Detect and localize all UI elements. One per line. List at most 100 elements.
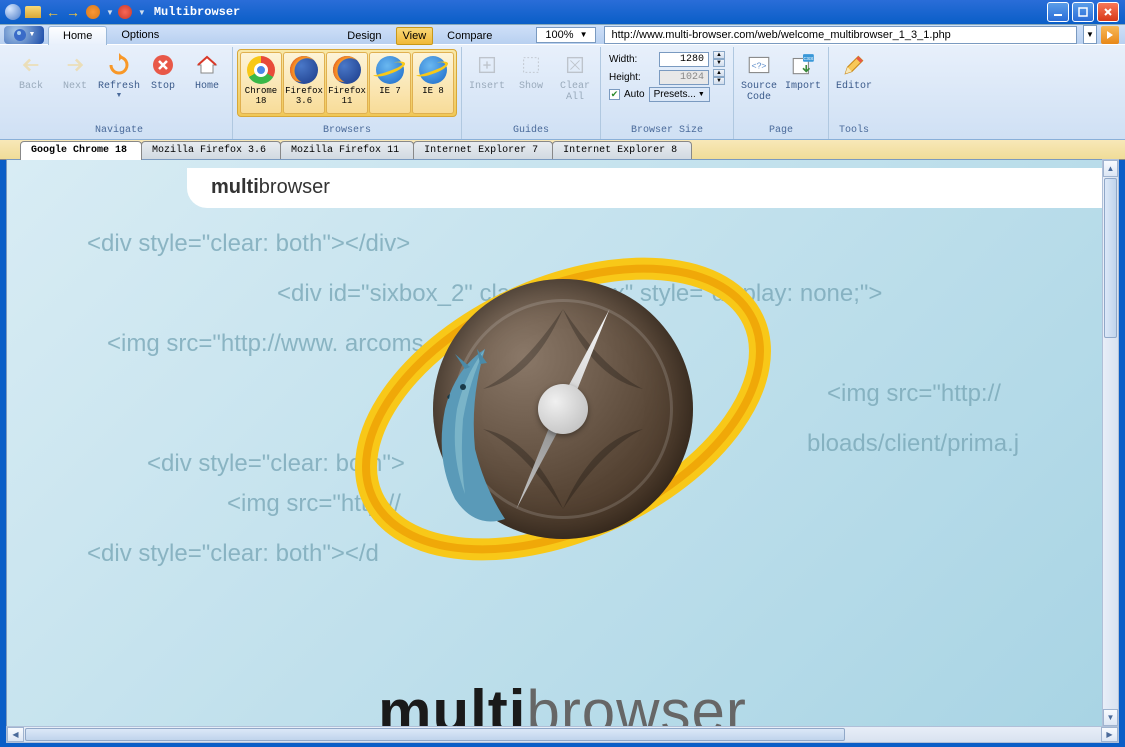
width-input[interactable] [659,52,709,67]
stop-button[interactable]: Stop [142,49,184,94]
window-minimize-button[interactable] [1047,2,1069,22]
presets-button[interactable]: Presets... ▼ [649,87,710,102]
arrow-right-icon [61,51,89,79]
content-tab-firefox36[interactable]: Mozilla Firefox 3.6 [141,141,281,160]
width-spin-up[interactable]: ▲ [713,51,725,59]
svg-text:<?>: <?> [752,60,767,70]
ribbon-group-page: <?> Source Code CSS Import Page [734,47,829,139]
refresh-icon [105,51,133,79]
open-folder-icon[interactable] [24,3,42,21]
qat-refresh-icon[interactable] [84,3,102,21]
pencil-icon [840,51,868,79]
app-globe-icon[interactable] [4,3,22,21]
browser-firefox36-button[interactable]: Firefox 3.6 [283,52,325,114]
show-icon [517,51,545,79]
next-button[interactable]: Next [54,49,96,94]
window-close-button[interactable] [1097,2,1119,22]
ie-icon [376,56,404,84]
horizontal-scrollbar[interactable]: ◀ ▶ [6,726,1119,743]
top-nav: ▼ Home Options Design View Compare 100% … [0,24,1125,44]
qat-back-icon[interactable]: ← [44,3,62,21]
bg-code-text: bloads/client/prima.j [807,430,1019,458]
horizontal-scroll-thumb[interactable] [25,728,845,741]
browser-ie7-button[interactable]: IE 7 [369,52,411,114]
content-tab-ie7[interactable]: Internet Explorer 7 [413,141,553,160]
firefox-fox-icon [415,339,555,539]
height-spin-up[interactable]: ▲ [713,69,725,77]
ribbon-group-browsers: Chrome 18 Firefox 3.6 Firefox 11 IE 7 IE… [233,47,462,139]
scroll-down-button[interactable]: ▼ [1103,709,1118,726]
ribbon-group-guides: Insert Show Clear All Guides [462,47,601,139]
chrome-icon [247,56,275,84]
ribbon-group-tools: Editor Tools [829,47,879,139]
url-input[interactable]: http://www.multi-browser.com/web/welcome… [604,26,1077,44]
home-button[interactable]: Home [186,49,228,94]
show-button[interactable]: Show [510,49,552,94]
tab-options[interactable]: Options [107,26,173,45]
chevron-down-icon: ▼ [580,30,588,39]
stop-icon [149,51,177,79]
content-tabs: Google Chrome 18 Mozilla Firefox 3.6 Moz… [0,140,1125,160]
editor-button[interactable]: Editor [833,49,875,94]
scroll-right-button[interactable]: ▶ [1101,727,1118,742]
qat-dropdown-icon[interactable]: ▼ [106,8,114,17]
refresh-button[interactable]: Refresh ▼ [98,49,140,101]
app-menu-button[interactable]: ▼ [4,26,44,44]
source-code-button[interactable]: <?> Source Code [738,49,780,105]
clear-all-button[interactable]: Clear All [554,49,596,105]
browser-firefox11-button[interactable]: Firefox 11 [326,52,368,114]
window-maximize-button[interactable] [1072,2,1094,22]
tab-compare[interactable]: Compare [433,27,506,45]
width-label: Width: [609,54,655,65]
ribbon-group-browser-size: Width: ▲▼ Height: ▲▼ ✔ Auto Presets... ▼… [601,47,734,139]
back-button[interactable]: Back [10,49,52,94]
zoom-select[interactable]: 100% ▼ [536,27,596,43]
content-tab-chrome[interactable]: Google Chrome 18 [20,141,142,160]
ribbon: Back Next Refresh ▼ Stop Home Navigate [0,44,1125,140]
browser-ie8-button[interactable]: IE 8 [412,52,454,114]
height-spin-down[interactable]: ▼ [713,77,725,85]
insert-button[interactable]: Insert [466,49,508,94]
bg-code-text: <img src="http:// [827,380,1001,408]
scroll-up-button[interactable]: ▲ [1103,160,1118,177]
insert-icon [473,51,501,79]
height-input[interactable] [659,70,709,85]
page-viewport: multibrowser <div style="clear: both"></… [6,159,1119,727]
firefox-icon [333,56,361,84]
content-tab-ie8[interactable]: Internet Explorer 8 [552,141,692,160]
scroll-left-button[interactable]: ◀ [7,727,24,742]
page-big-logo: multibrowser [378,677,747,726]
tab-home[interactable]: Home [48,26,107,45]
qat-forward-icon[interactable]: → [64,3,82,21]
firefox-icon [290,56,318,84]
arrow-left-icon [17,51,45,79]
home-icon [193,51,221,79]
tab-view[interactable]: View [396,27,434,45]
import-button[interactable]: CSS Import [782,49,824,94]
content-tab-firefox11[interactable]: Mozilla Firefox 11 [280,141,414,160]
import-icon: CSS [789,51,817,79]
qat-stop-icon[interactable] [116,3,134,21]
hero-logo [373,219,753,599]
bg-code-text: <div style="clear: both"></d [87,540,379,568]
auto-checkbox[interactable]: ✔ [609,89,620,100]
source-code-icon: <?> [745,51,773,79]
vertical-scrollbar[interactable]: ▲ ▼ [1102,159,1119,727]
qat-dropdown2-icon[interactable]: ▼ [138,8,146,17]
auto-label: Auto [624,89,645,100]
clear-icon [561,51,589,79]
ribbon-group-navigate: Back Next Refresh ▼ Stop Home Navigate [6,47,233,139]
svg-text:CSS: CSS [803,56,814,62]
page-content: multibrowser <div style="clear: both"></… [7,160,1118,726]
go-button[interactable] [1101,26,1119,44]
tab-design[interactable]: Design [333,27,395,45]
vertical-scroll-thumb[interactable] [1104,178,1117,338]
window-title: Multibrowser [154,5,1047,19]
width-spin-down[interactable]: ▼ [713,59,725,67]
ie-icon [419,56,447,84]
height-label: Height: [609,72,655,83]
zoom-value: 100% [545,29,573,41]
url-dropdown-button[interactable]: ▼ [1083,25,1097,44]
titlebar: ← → ▼ ▼ Multibrowser [0,0,1125,24]
browser-chrome-button[interactable]: Chrome 18 [240,52,282,114]
